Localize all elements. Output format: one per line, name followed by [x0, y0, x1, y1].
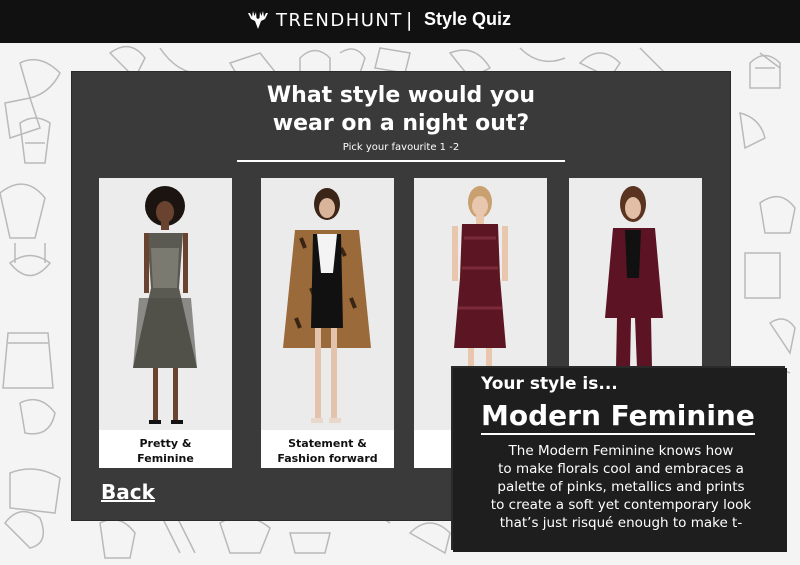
brand-name: TRENDHUNT [276, 9, 403, 31]
question-line-2: wear on a night out? [272, 111, 530, 136]
style-option-pretty-feminine[interactable]: Pretty & Feminine [99, 178, 232, 468]
result-description-line: that’s just risqué enough to make t- [499, 515, 743, 531]
heading-divider [237, 160, 565, 162]
result-style-name: Modern Feminine [481, 400, 755, 435]
option-photo [261, 178, 394, 430]
option-label-line: Fashion forward [277, 452, 378, 465]
question-heading: What style would you wear on a night out… [72, 82, 730, 138]
option-label: Statement & Fashion forward [261, 436, 394, 466]
style-result-panel: Your style is... Modern Feminine The Mod… [453, 368, 787, 552]
option-label-line: Feminine [137, 452, 194, 465]
section-title: Style Quiz [424, 9, 512, 29]
option-label: Pretty & Feminine [99, 436, 232, 466]
option-photo [99, 178, 232, 430]
back-button[interactable]: Back [101, 480, 155, 504]
stag-icon [248, 11, 268, 29]
result-description-line: palette of pinks, metallics and prints [497, 479, 745, 495]
result-description-line: to make florals cool and embraces a [498, 461, 744, 477]
result-description-line: The Modern Feminine knows how [508, 443, 734, 459]
header-separator: | [406, 9, 413, 31]
result-description: The Modern Feminine knows how to make fl… [467, 442, 775, 532]
top-bar: TRENDHUNT | Style Quiz [0, 0, 800, 43]
result-description-line: to create a soft yet contemporary look [490, 497, 752, 513]
option-label-line: Statement & [288, 437, 367, 450]
question-instruction: Pick your favourite 1 -2 [342, 142, 460, 153]
question-line-1: What style would you [266, 83, 536, 108]
option-label-line: Pretty & [139, 437, 192, 450]
result-lead: Your style is... [481, 374, 618, 394]
style-option-statement-fashion-forward[interactable]: Statement & Fashion forward [261, 178, 394, 468]
brand-logo[interactable]: TRENDHUNT [246, 9, 403, 31]
